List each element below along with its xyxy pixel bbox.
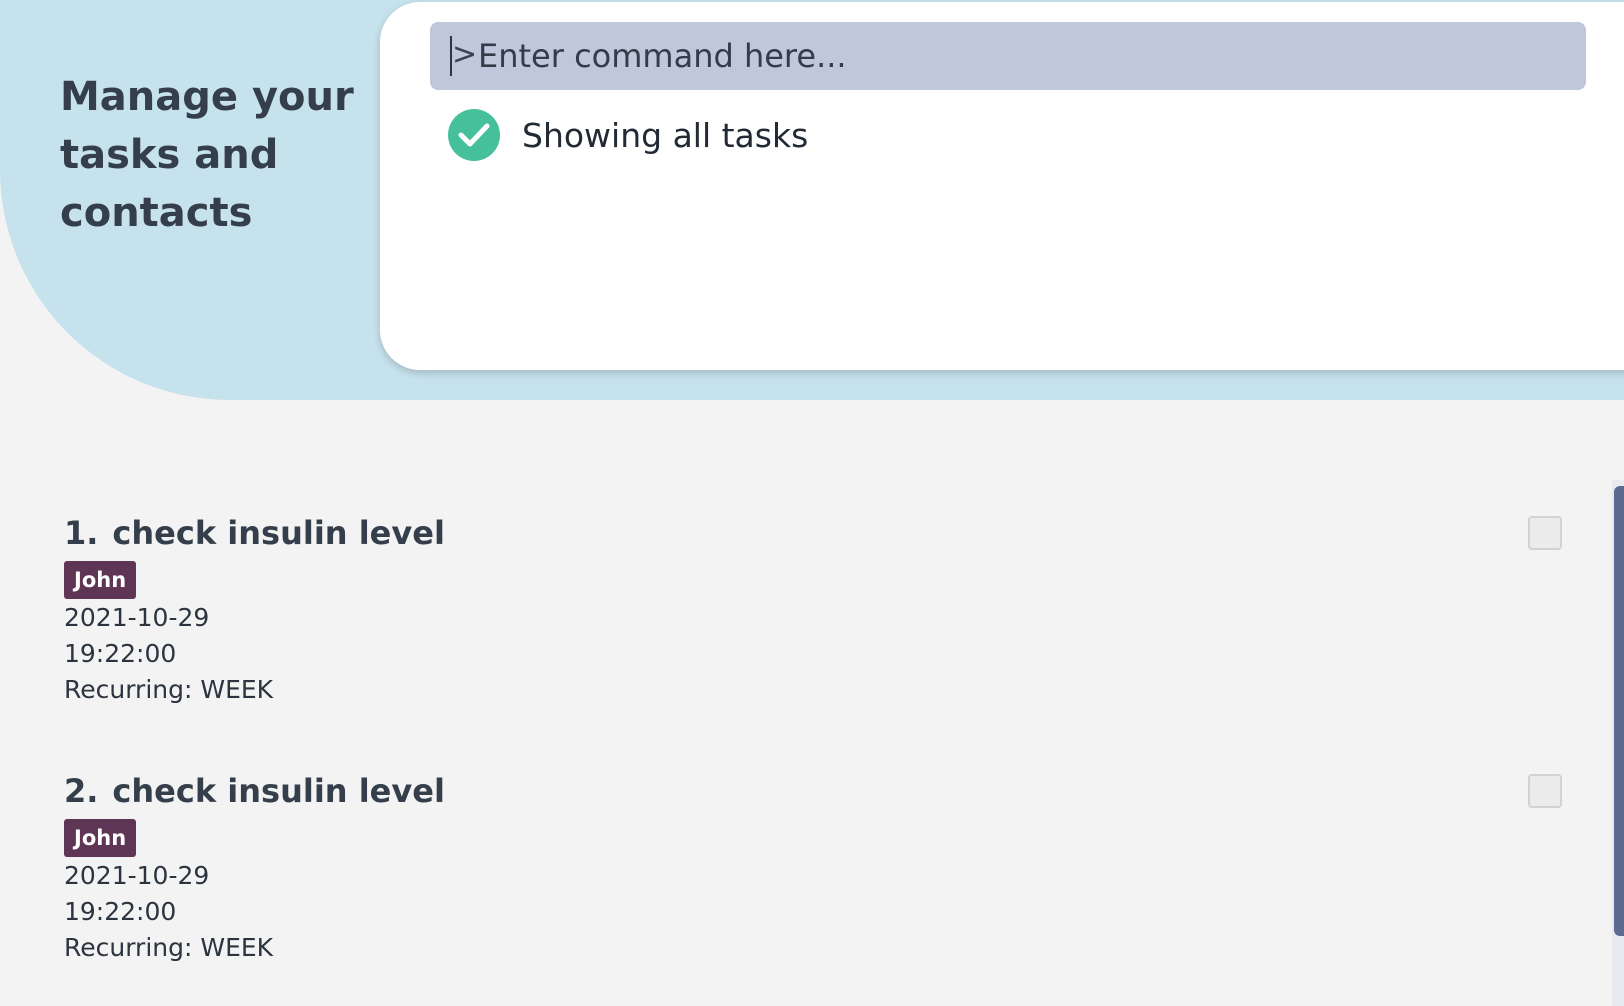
tagline-line: tasks and (60, 132, 279, 178)
app-tagline: Manage your tasks and contacts (60, 68, 360, 242)
app-window: Manage your tasks and contacts > Showing… (0, 0, 1624, 1006)
task-done-checkbox[interactable] (1528, 774, 1562, 808)
task-name: check insulin level (112, 772, 445, 810)
task-done-checkbox[interactable] (1528, 516, 1562, 550)
task-name: check insulin level (112, 514, 445, 552)
task-card[interactable]: 2. check insulin level John 2021-10-29 19… (0, 738, 1614, 978)
task-date: 2021-10-29 (64, 603, 210, 632)
command-input[interactable] (478, 32, 1568, 80)
contact-tag: John (64, 561, 137, 599)
task-recurrence: Recurring: WEEK (64, 675, 274, 704)
contact-tag: John (64, 819, 137, 857)
tagline-line: Manage your (60, 74, 354, 120)
task-recurrence: Recurring: WEEK (64, 933, 274, 962)
check-circle-icon (448, 109, 500, 161)
task-index: 1. (64, 514, 99, 552)
task-time: 19:22:00 (64, 639, 177, 668)
scrollbar-thumb[interactable] (1614, 486, 1624, 936)
command-box[interactable]: > (430, 22, 1586, 90)
task-date: 2021-10-29 (64, 861, 210, 890)
task-index: 2. (64, 772, 99, 810)
prompt-icon: > (452, 37, 478, 72)
task-time: 19:22:00 (64, 897, 177, 926)
result-message: Showing all tasks (448, 108, 808, 162)
task-title: 1. check insulin level (64, 514, 445, 552)
result-text: Showing all tasks (522, 115, 809, 155)
tagline-line: contacts (60, 190, 253, 236)
task-title: 2. check insulin level (64, 772, 445, 810)
task-card[interactable]: 1. check insulin level John 2021-10-29 19… (0, 480, 1614, 720)
